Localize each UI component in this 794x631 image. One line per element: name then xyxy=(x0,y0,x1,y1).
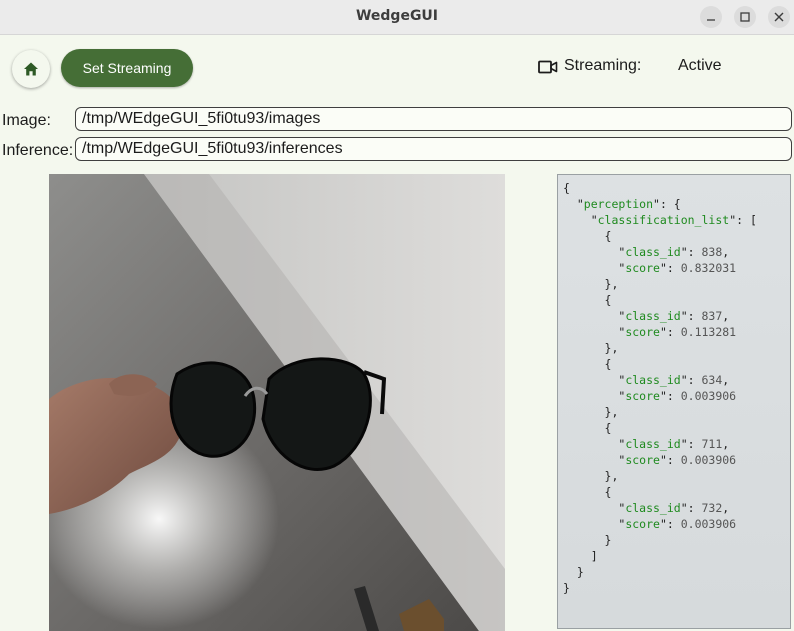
video-camera-icon xyxy=(538,60,558,74)
inference-json-panel: { "perception": { "classification_list":… xyxy=(557,174,791,629)
streaming-status: Active xyxy=(678,57,722,74)
json-key-class-id: class_id xyxy=(625,373,681,387)
inference-path-field[interactable] xyxy=(75,137,792,161)
json-key-score: score xyxy=(625,261,660,275)
inference-path-label: Inference: xyxy=(2,142,74,159)
class-id-value: 837 xyxy=(701,309,723,323)
inference-json-view: { "perception": { "classification_list":… xyxy=(563,181,757,595)
close-icon xyxy=(774,12,784,22)
score-value: 0.003906 xyxy=(680,517,737,531)
home-button[interactable] xyxy=(12,50,50,88)
score-value: 0.003906 xyxy=(680,453,737,467)
window-title: WedgeGUI xyxy=(355,8,439,24)
class-id-value: 711 xyxy=(701,437,723,451)
json-key-score: score xyxy=(625,453,660,467)
title-bar: WedgeGUI xyxy=(0,0,794,35)
json-key-score: score xyxy=(625,325,660,339)
camera-photo xyxy=(49,174,505,631)
close-button[interactable] xyxy=(768,6,790,28)
maximize-button[interactable] xyxy=(734,6,756,28)
json-key-score: score xyxy=(625,517,660,531)
minimize-icon xyxy=(707,19,715,21)
json-key-class-id: class_id xyxy=(625,501,681,515)
json-key-score: score xyxy=(625,389,660,403)
json-key-class-id: class_id xyxy=(625,437,681,451)
json-key-perception: perception xyxy=(583,197,654,211)
minimize-button[interactable] xyxy=(700,6,722,28)
home-icon xyxy=(24,62,38,76)
score-value: 0.832031 xyxy=(680,261,737,275)
class-id-value: 838 xyxy=(701,245,723,259)
camera-image xyxy=(49,174,505,631)
score-value: 0.003906 xyxy=(680,389,737,403)
json-key-class-id: class_id xyxy=(625,245,681,259)
json-key-class-id: class_id xyxy=(625,309,681,323)
class-id-value: 634 xyxy=(701,373,723,387)
streaming-label: Streaming: xyxy=(564,57,642,74)
score-value: 0.113281 xyxy=(680,325,737,339)
image-path-label: Image: xyxy=(2,112,51,129)
class-id-value: 732 xyxy=(701,501,723,515)
maximize-icon xyxy=(740,12,750,22)
set-streaming-button[interactable]: Set Streaming xyxy=(61,49,193,87)
image-path-field[interactable] xyxy=(75,107,792,131)
json-key-classification-list: classification_list xyxy=(597,213,730,227)
